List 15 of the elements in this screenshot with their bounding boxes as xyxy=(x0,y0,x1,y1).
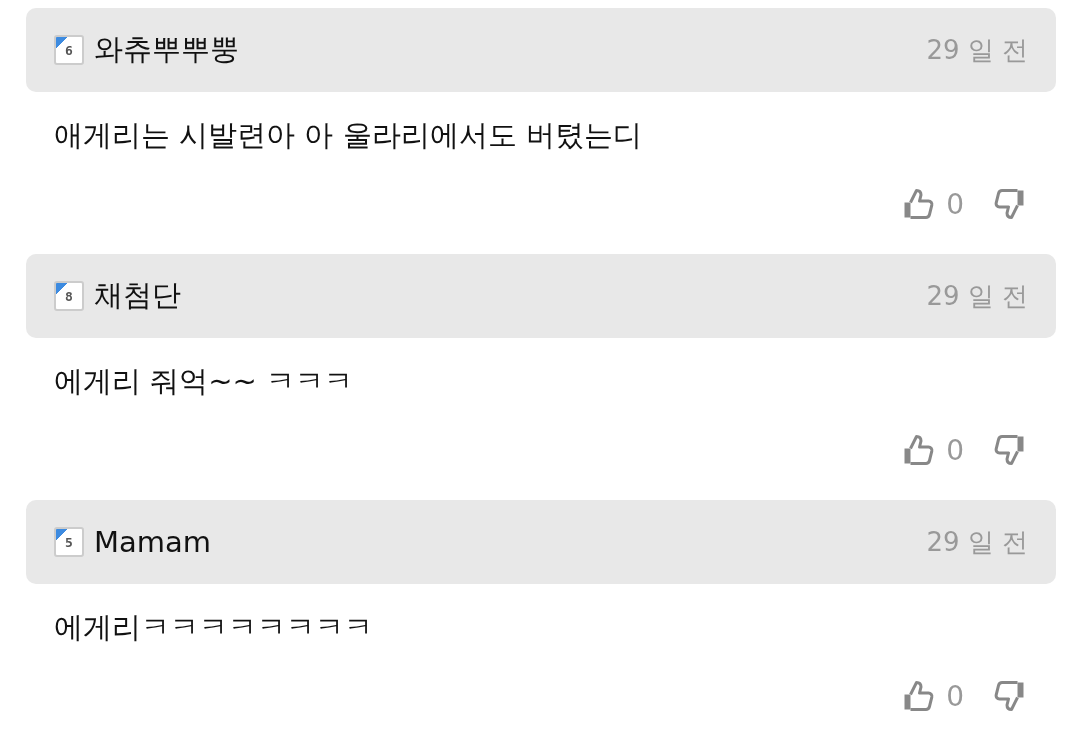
comment-time: 29 일 전 xyxy=(926,279,1028,313)
comment-text: 에게리ㅋㅋㅋㅋㅋㅋㅋㅋ xyxy=(53,609,374,646)
level-badge: 6 xyxy=(54,35,84,65)
comment-time: 29 일 전 xyxy=(926,33,1028,67)
level-badge: 5 xyxy=(54,527,84,557)
author-name[interactable]: Mamam xyxy=(94,525,212,559)
level-badge: 8 xyxy=(54,281,84,311)
comment-text: 에게리 줘억~~ ㅋㅋㅋ xyxy=(53,363,355,400)
like-count: 0 xyxy=(946,679,964,713)
like-count: 0 xyxy=(946,433,964,467)
comment-time: 29 일 전 xyxy=(926,525,1028,559)
author-name[interactable]: 채첨단 xyxy=(94,276,181,316)
author-name[interactable]: 와츄뿌뿌뿡 xyxy=(94,30,239,70)
comment-text: 애게리는 시발련아 아 울라리에서도 버텼는디 xyxy=(53,117,643,154)
like-count: 0 xyxy=(946,187,964,221)
